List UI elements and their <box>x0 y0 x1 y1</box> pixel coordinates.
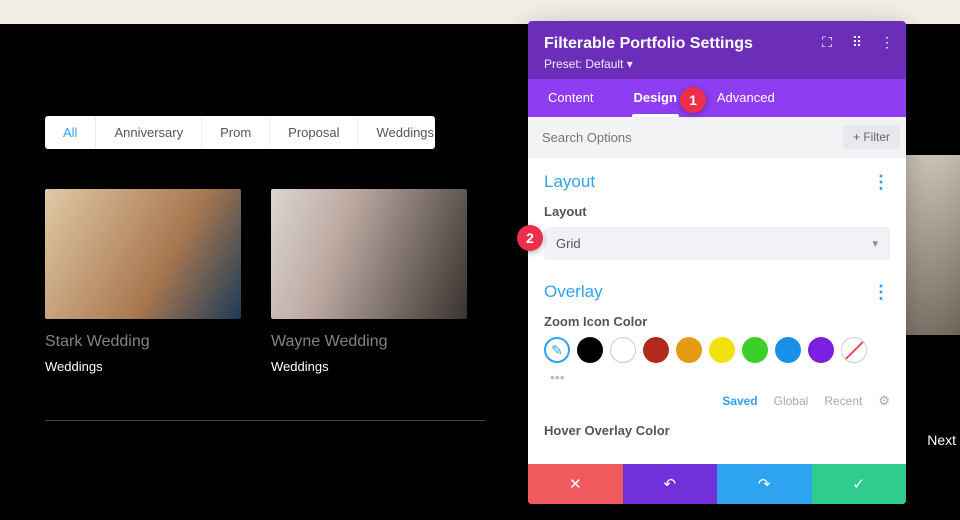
portfolio-card[interactable]: Wayne Wedding Weddings <box>271 189 467 374</box>
colortab-recent[interactable]: Recent <box>824 394 862 408</box>
swatch-purple[interactable] <box>808 337 834 363</box>
portfolio-title: Stark Wedding <box>45 333 241 351</box>
portfolio-category: Weddings <box>45 359 241 374</box>
layout-select[interactable]: Grid ▾ <box>544 227 890 260</box>
callout-2: 2 <box>517 225 543 251</box>
panel-tabs: Content Design Advanced <box>528 79 906 117</box>
expand-icon[interactable]: ⛶ <box>820 35 834 49</box>
panel-preset[interactable]: Preset: Default ▾ <box>544 57 890 71</box>
chevron-down-icon: ▾ <box>627 57 633 71</box>
swatch-orange[interactable] <box>676 337 702 363</box>
filter-weddings[interactable]: Weddings <box>358 116 435 149</box>
divider <box>45 420 485 421</box>
portfolio-title: Wayne Wedding <box>271 333 467 351</box>
drag-icon[interactable]: ⠿ <box>850 35 864 49</box>
filter-bar: All Anniversary Prom Proposal Weddings <box>45 116 435 149</box>
layout-label: Layout <box>544 204 890 219</box>
colortab-global[interactable]: Global <box>774 394 809 408</box>
select-caret-icon: ▾ <box>872 237 878 250</box>
filter-proposal[interactable]: Proposal <box>270 116 358 149</box>
zoom-icon-color-label: Zoom Icon Color <box>544 314 890 329</box>
save-button[interactable]: ✓ <box>812 464 907 504</box>
redo-icon: ↷ <box>758 475 771 493</box>
swatch-white[interactable] <box>610 337 636 363</box>
more-icon[interactable]: ••• <box>550 369 565 385</box>
swatch-blue[interactable] <box>775 337 801 363</box>
section-menu-icon[interactable]: ⋮ <box>872 173 890 191</box>
undo-button[interactable]: ↶ <box>623 464 718 504</box>
swatch-green[interactable] <box>742 337 768 363</box>
portfolio-thumb <box>271 189 467 319</box>
portfolio-thumb <box>45 189 241 319</box>
panel-footer: ✕ ↶ ↷ ✓ <box>528 464 906 504</box>
section-overlay: Overlay ⋮ Zoom Icon Color ✎ ••• <box>544 282 890 438</box>
filter-all[interactable]: All <box>45 116 96 149</box>
section-title: Layout <box>544 172 595 192</box>
filter-prom[interactable]: Prom <box>202 116 270 149</box>
swatch-black[interactable] <box>577 337 603 363</box>
settings-panel: Filterable Portfolio Settings Preset: De… <box>528 21 906 504</box>
swatch-red[interactable] <box>643 337 669 363</box>
search-input[interactable] <box>542 130 843 145</box>
portfolio-card[interactable]: Stark Wedding Weddings <box>45 189 241 374</box>
portfolio-category: Weddings <box>271 359 467 374</box>
callout-1: 1 <box>680 87 706 113</box>
check-icon: ✓ <box>852 475 865 493</box>
gear-icon[interactable]: ⚙ <box>878 393 890 409</box>
swatch-yellow[interactable] <box>709 337 735 363</box>
undo-icon: ↶ <box>663 475 676 493</box>
hover-overlay-label: Hover Overlay Color <box>544 423 890 438</box>
swatch-none[interactable] <box>841 337 867 363</box>
tab-advanced[interactable]: Advanced <box>697 79 795 117</box>
close-icon: ✕ <box>569 475 582 493</box>
plus-icon: + <box>853 130 860 144</box>
next-link[interactable]: Next <box>927 432 956 448</box>
redo-button[interactable]: ↷ <box>717 464 812 504</box>
color-swatches: ✎ <box>544 337 890 363</box>
kebab-icon[interactable]: ⋮ <box>880 35 894 49</box>
section-menu-icon[interactable]: ⋮ <box>872 283 890 301</box>
filter-button[interactable]: + Filter <box>843 125 900 149</box>
section-title: Overlay <box>544 282 603 302</box>
eyedropper-icon[interactable]: ✎ <box>544 337 570 363</box>
colortab-saved[interactable]: Saved <box>722 394 757 408</box>
tab-content[interactable]: Content <box>528 79 614 117</box>
filter-anniversary[interactable]: Anniversary <box>96 116 202 149</box>
cancel-button[interactable]: ✕ <box>528 464 623 504</box>
section-layout: Layout ⋮ Layout Grid ▾ <box>544 172 890 260</box>
